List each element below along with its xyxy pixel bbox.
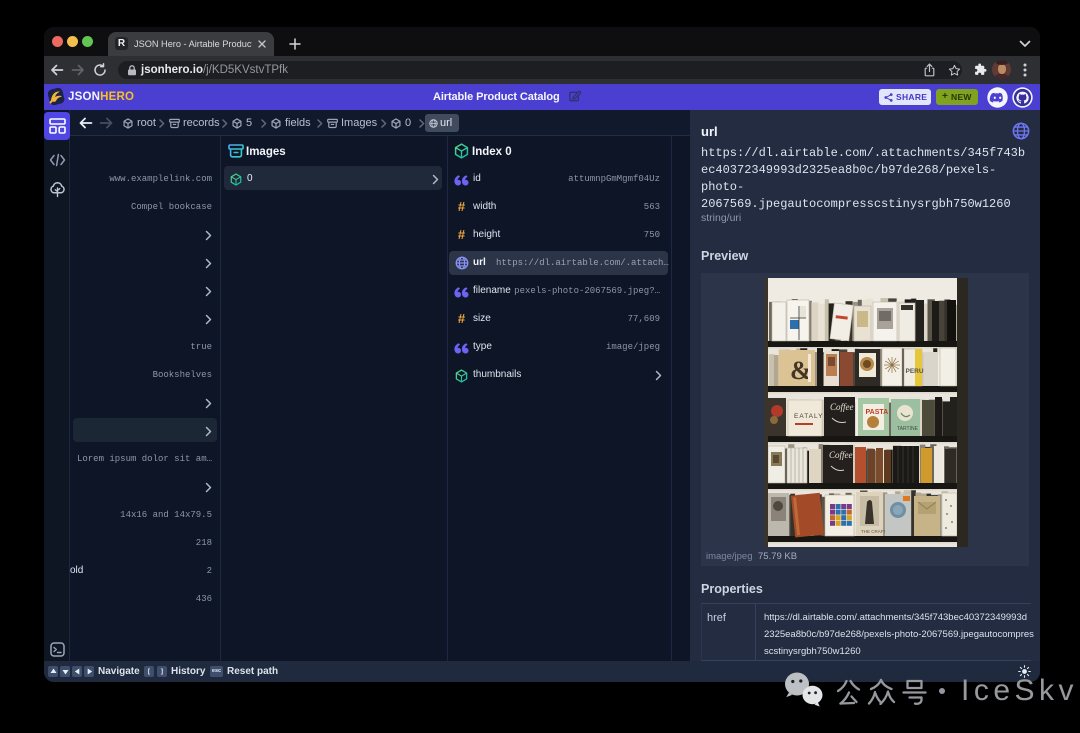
svg-text:PASTA: PASTA [866, 409, 889, 416]
svg-text:Coffee: Coffee [829, 450, 853, 460]
svg-text:THE CRAFT: THE CRAFT [861, 529, 887, 534]
svg-text:TARTINE: TARTINE [897, 426, 919, 432]
svg-text:PERU: PERU [906, 368, 924, 375]
svg-text:EATALY: EATALY [794, 413, 823, 420]
svg-text:Coffee: Coffee [830, 402, 854, 412]
